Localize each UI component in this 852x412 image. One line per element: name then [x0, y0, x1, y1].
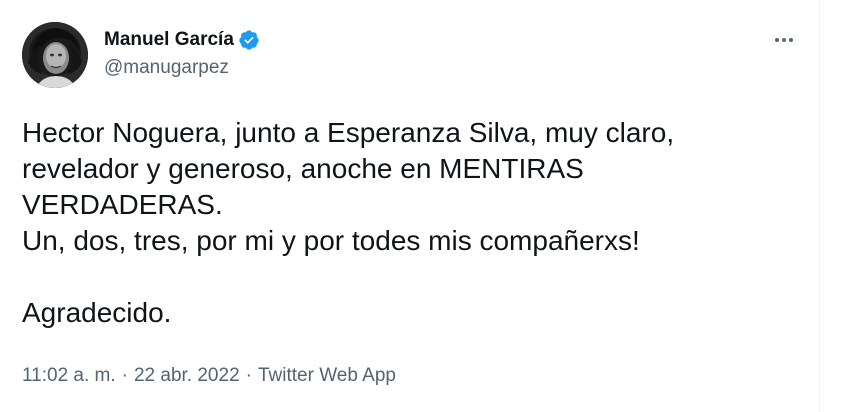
tweet-date: 22 abr. 2022: [133, 365, 240, 386]
author-display-name[interactable]: Manuel García: [104, 28, 234, 52]
tweet-card: Manuel García @manugarpez Hector Noguera…: [0, 0, 820, 412]
verified-badge-icon: [238, 29, 260, 51]
meta-separator: ·: [121, 365, 128, 386]
tweet-text-line: revelador y generoso, anoche en MENTIRAS: [22, 153, 584, 184]
tweet-text-line: Agradecido.: [22, 297, 172, 328]
author-name-row: Manuel García: [104, 28, 260, 52]
tweet-metadata: 11:02 a. m. · 22 abr. 2022 · Twitter Web A…: [22, 364, 396, 388]
more-options-button[interactable]: [766, 26, 802, 54]
tweet-source-link[interactable]: Twitter Web App: [258, 364, 396, 388]
more-horizontal-icon: [775, 38, 793, 42]
tweet-timestamp-link[interactable]: 11:02 a. m. · 22 abr. 2022: [22, 364, 240, 388]
profile-photo-icon: [22, 22, 88, 88]
tweet-text-line: VERDADERAS.: [22, 189, 223, 220]
tweet-text: Hector Noguera, junto a Esperanza Silva,…: [22, 115, 812, 331]
tweet-text-line: Un, dos, tres, por mi y por todes mis co…: [22, 225, 640, 256]
avatar[interactable]: [22, 22, 88, 88]
author-handle[interactable]: @manugarpez: [104, 56, 229, 80]
meta-separator: ·: [245, 365, 252, 386]
tweet-time: 11:02 a. m.: [22, 365, 116, 386]
tweet-text-line: Hector Noguera, junto a Esperanza Silva,…: [22, 117, 675, 148]
